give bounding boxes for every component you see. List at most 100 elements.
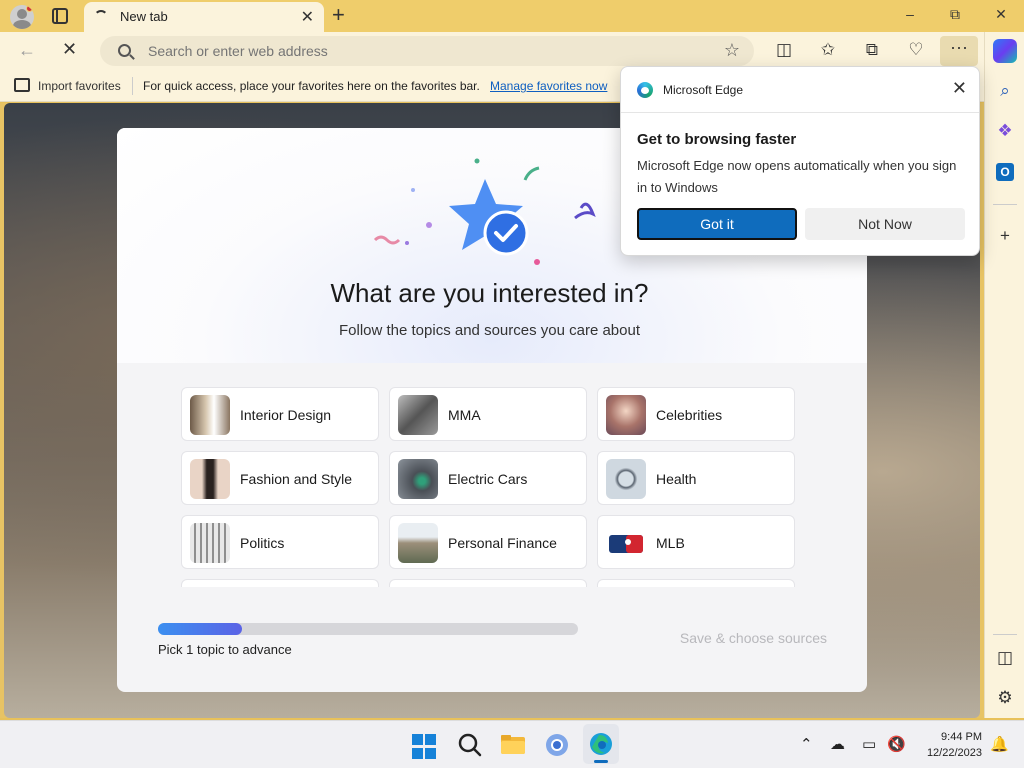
popup-body: Microsoft Edge now opens automatically w…	[637, 158, 957, 195]
restore-button[interactable]: ⧉	[945, 6, 965, 23]
tab-title: New tab	[120, 9, 168, 24]
edge-taskbar-button[interactable]	[583, 724, 619, 764]
clock-time: 9:44 PM	[941, 731, 982, 743]
edge-taskbar-icon	[590, 733, 612, 755]
topic-interior-design[interactable]: Interior Design	[181, 387, 379, 441]
navigation-bar: ← ✕ ☆ ◫ ✩ ⧉ ♡ ···	[0, 32, 984, 70]
health-thumbnail	[606, 459, 646, 499]
taskbar-search-icon[interactable]	[457, 732, 483, 758]
progress-bar	[158, 623, 578, 635]
import-favorites-icon[interactable]	[14, 78, 30, 92]
mma-thumbnail	[398, 395, 438, 435]
topic-label: Celebrities	[656, 407, 723, 423]
manage-favorites-link[interactable]: Manage favorites now	[490, 79, 607, 93]
topic-partial[interactable]	[181, 579, 379, 587]
settings-and-more-button[interactable]: ···	[940, 36, 978, 66]
collections-icon[interactable]: ⧉	[860, 40, 884, 60]
address-input[interactable]	[148, 43, 688, 59]
close-window-button[interactable]: ✕	[991, 6, 1011, 23]
topic-label: Interior Design	[240, 407, 332, 423]
sidebar-divider	[993, 634, 1017, 635]
topic-personal-finance[interactable]: Personal Finance	[389, 515, 587, 569]
import-favorites-button[interactable]: Import favorites	[38, 79, 121, 93]
address-bar[interactable]: ☆	[100, 36, 754, 66]
back-button[interactable]: ←	[18, 40, 36, 61]
topic-label: Health	[656, 471, 697, 487]
title-bar: New tab ✕ + – ⧉ ✕	[0, 0, 1024, 32]
popup-app-name: Microsoft Edge	[663, 83, 744, 97]
celebrities-thumbnail	[606, 395, 646, 435]
chrome-taskbar-icon[interactable]	[544, 732, 570, 758]
add-favorite-star-icon[interactable]: ☆	[724, 40, 740, 61]
mlb-logo-icon	[606, 523, 646, 563]
profile-avatar-icon[interactable]	[10, 5, 34, 29]
hide-sidebar-icon[interactable]: ◫	[993, 646, 1017, 670]
topic-politics[interactable]: Politics	[181, 515, 379, 569]
topic-partial[interactable]	[389, 579, 587, 587]
popup-title: Get to browsing faster	[637, 131, 797, 148]
search-icon	[118, 44, 131, 57]
got-it-button[interactable]: Got it	[637, 208, 797, 240]
clock-date: 12/22/2023	[926, 747, 982, 759]
topic-label: Fashion and Style	[240, 471, 353, 487]
tab-actions-icon[interactable]	[52, 8, 68, 24]
file-explorer-icon[interactable]	[500, 732, 526, 758]
favorites-icon[interactable]: ✩	[816, 40, 840, 60]
topic-partial[interactable]	[597, 579, 795, 587]
save-and-choose-sources-button[interactable]: Save & choose sources	[637, 630, 827, 646]
topic-label: MLB	[656, 535, 685, 551]
star-check-icon	[449, 179, 529, 256]
edge-logo-icon	[637, 82, 653, 98]
browser-essentials-icon[interactable]: ♡	[904, 40, 928, 60]
copilot-icon[interactable]	[993, 39, 1017, 63]
sidebar-settings-icon[interactable]: ⚙	[993, 686, 1017, 710]
outlook-icon[interactable]: O	[993, 159, 1017, 183]
show-hidden-icons[interactable]: ⌃	[800, 735, 813, 753]
windows-taskbar: ⌃ ☁ ▭ 🔇 9:44 PM 12/22/2023 🔔	[0, 720, 1024, 768]
loading-spinner-icon	[94, 10, 108, 24]
topic-label: Personal Finance	[448, 535, 557, 551]
popup-header: Microsoft Edge ✕	[621, 67, 979, 113]
card-subtitle: Follow the topics and sources you care a…	[338, 322, 640, 339]
topic-mma[interactable]: MMA	[389, 387, 587, 441]
topic-mlb[interactable]: MLB	[597, 515, 795, 569]
topic-label: MMA	[448, 407, 481, 423]
edge-startup-popup: Microsoft Edge ✕ Get to browsing faster …	[620, 66, 980, 256]
stop-loading-button[interactable]: ✕	[62, 39, 77, 60]
topic-label: Electric Cars	[448, 471, 528, 487]
progress-bar-fill	[158, 623, 242, 635]
minimize-button[interactable]: –	[900, 6, 920, 22]
topic-label: Politics	[240, 535, 285, 551]
microsoft-365-icon[interactable]: ❖	[993, 119, 1017, 143]
split-screen-icon[interactable]: ◫	[772, 40, 796, 60]
card-title: What are you interested in?	[330, 278, 649, 308]
add-sidebar-app-icon[interactable]: +	[993, 224, 1017, 248]
tab-new-tab[interactable]: New tab ✕	[84, 2, 324, 32]
sidebar-divider	[993, 204, 1017, 205]
personal-finance-thumbnail	[398, 523, 438, 563]
topic-fashion-and-style[interactable]: Fashion and Style	[181, 451, 379, 505]
topic-grid: Interior Design MMA Celebrities Fashion …	[181, 387, 799, 587]
topic-electric-cars[interactable]: Electric Cars	[389, 451, 587, 505]
favorites-hint-text: For quick access, place your favorites h…	[143, 79, 480, 93]
onedrive-icon[interactable]: ☁	[830, 735, 845, 753]
favorites-divider	[132, 77, 133, 95]
network-icon[interactable]: ▭	[862, 735, 876, 753]
topic-celebrities[interactable]: Celebrities	[597, 387, 795, 441]
fashion-thumbnail	[190, 459, 230, 499]
edge-sidebar: ⌕ ❖ O + ◫ ⚙	[984, 32, 1024, 718]
tab-close-icon[interactable]: ✕	[301, 7, 314, 27]
system-clock[interactable]: 9:44 PM 12/22/2023	[916, 729, 982, 761]
topic-health[interactable]: Health	[597, 451, 795, 505]
search-sidebar-icon[interactable]: ⌕	[993, 79, 1017, 103]
volume-muted-icon[interactable]: 🔇	[887, 735, 906, 753]
notifications-bell-icon[interactable]: 🔔	[990, 735, 1009, 753]
politics-thumbnail	[190, 523, 230, 563]
popup-close-icon[interactable]: ✕	[952, 78, 967, 99]
electric-cars-thumbnail	[398, 459, 438, 499]
new-tab-button[interactable]: +	[332, 3, 345, 27]
windows-start-icon[interactable]	[412, 734, 438, 760]
progress-text: Pick 1 topic to advance	[158, 642, 292, 657]
not-now-button[interactable]: Not Now	[805, 208, 965, 240]
notification-dot	[26, 5, 33, 12]
